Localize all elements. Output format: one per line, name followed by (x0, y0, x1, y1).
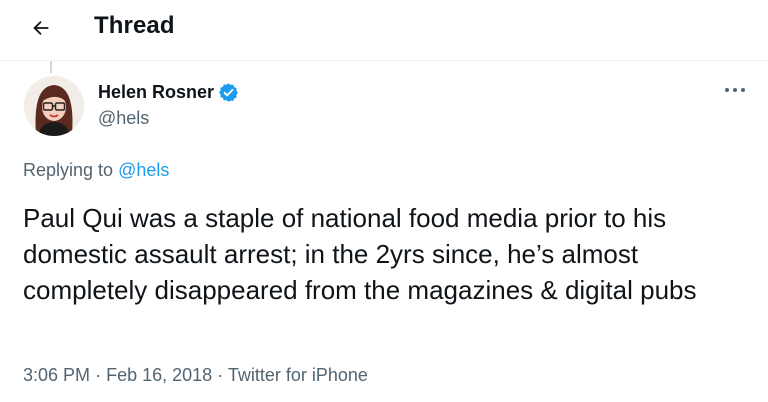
tweet-text: Paul Qui was a staple of national food m… (23, 203, 697, 305)
replying-prefix: Replying to (23, 160, 114, 180)
arrow-left-icon (33, 20, 49, 36)
avatar[interactable] (24, 76, 84, 136)
tweet-date[interactable]: Feb 16, 2018 (106, 365, 212, 385)
author-row: Helen Rosner (98, 82, 239, 103)
more-dots-icon (725, 88, 745, 92)
author-handle[interactable]: @hels (98, 108, 149, 129)
page-title: Thread (94, 12, 175, 39)
thread-header: Thread (0, 0, 768, 56)
meta-separator: · (217, 365, 224, 385)
thread-connector-line (50, 61, 52, 73)
more-options-button[interactable] (722, 80, 748, 100)
tweet-source[interactable]: Twitter for iPhone (228, 365, 368, 385)
replying-mention-link[interactable]: @hels (118, 160, 169, 180)
avatar-illustration (24, 76, 84, 136)
tweet-meta: 3:06 PM · Feb 16, 2018 · Twitter for iPh… (23, 365, 368, 386)
back-button[interactable] (26, 13, 56, 43)
meta-separator: · (95, 365, 102, 385)
header-divider (0, 60, 768, 61)
verified-badge-icon (218, 82, 239, 103)
author-name[interactable]: Helen Rosner (98, 82, 214, 103)
replying-to: Replying to @hels (23, 160, 169, 181)
tweet-time[interactable]: 3:06 PM (23, 365, 90, 385)
